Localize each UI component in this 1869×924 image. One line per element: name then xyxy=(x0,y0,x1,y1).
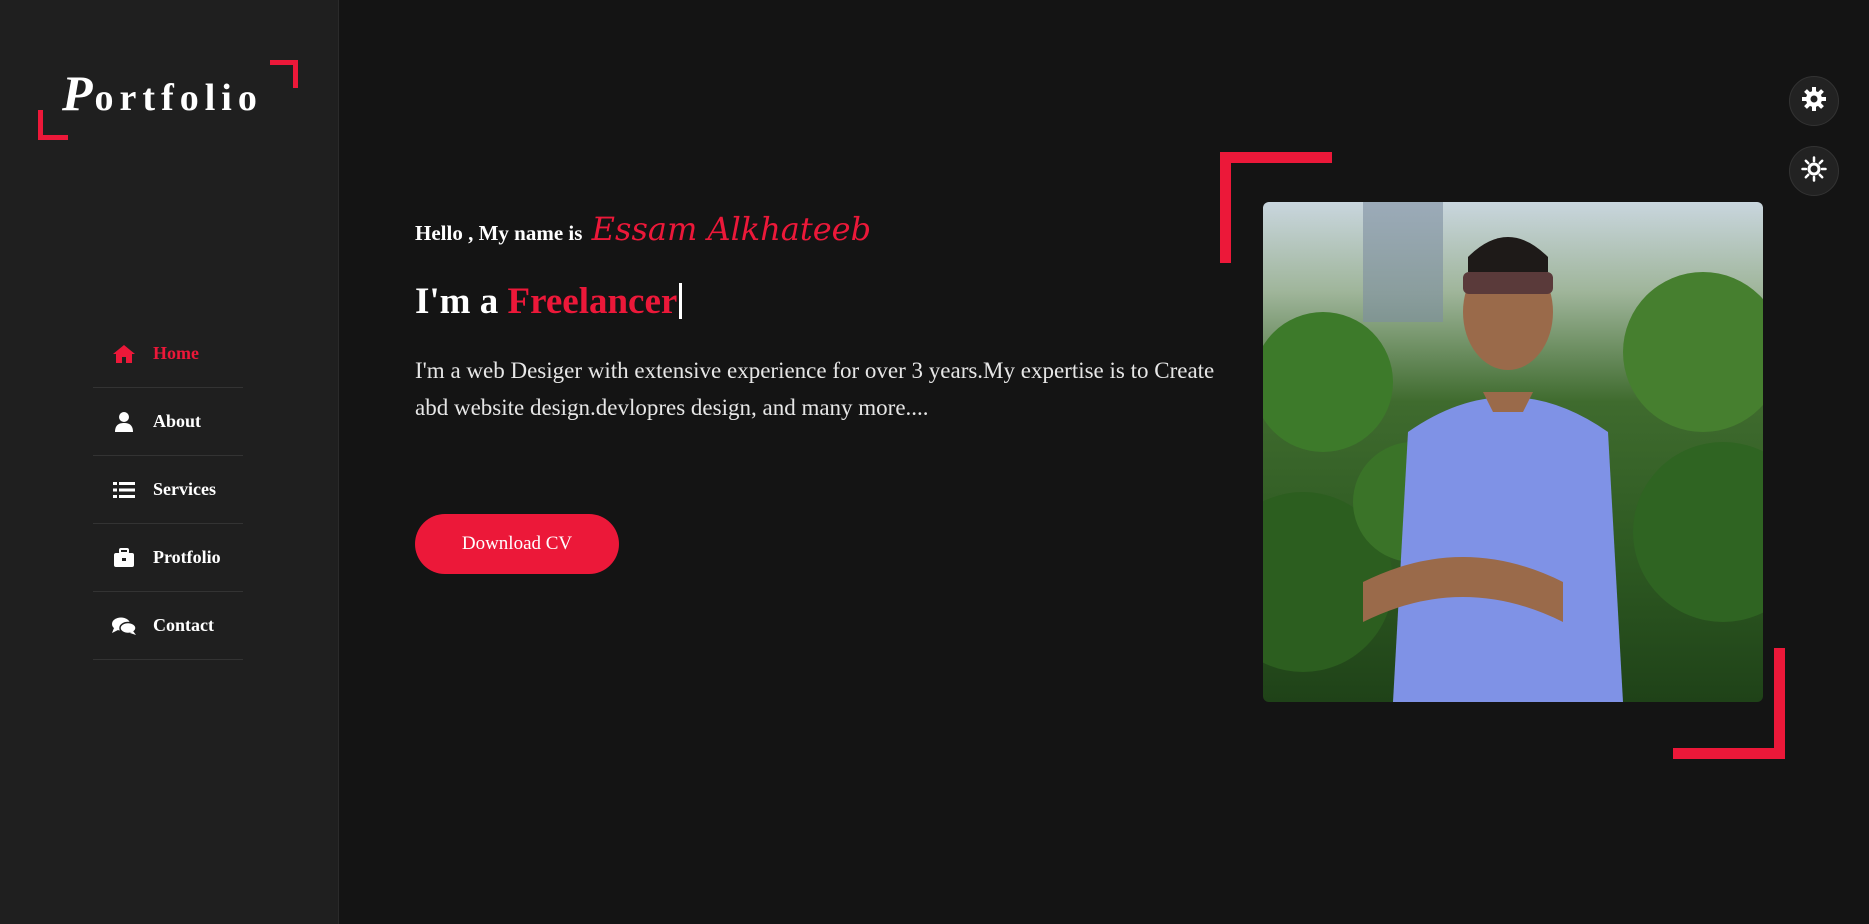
list-icon xyxy=(111,479,137,501)
logo-rest: ortfolio xyxy=(94,77,263,119)
profile-photo xyxy=(1263,202,1763,702)
nav-item-services[interactable]: Services xyxy=(93,456,243,524)
greeting-line: Hello , My name is Essam Alkhateeb xyxy=(415,210,871,248)
logo[interactable]: Portfolio xyxy=(38,60,298,140)
photo-frame-bottom-right xyxy=(1673,648,1785,759)
comments-icon xyxy=(111,615,137,637)
nav-item-contact[interactable]: Contact xyxy=(93,592,243,660)
logo-corner-top-right xyxy=(270,60,298,88)
gear-icon xyxy=(1801,86,1827,117)
download-cv-button[interactable]: Download CV xyxy=(415,514,619,574)
typing-cursor xyxy=(679,283,683,319)
nav-item-home[interactable]: Home xyxy=(93,320,243,388)
nav-item-label: Services xyxy=(153,479,216,499)
home-icon xyxy=(111,343,137,365)
nav-item-label: About xyxy=(153,411,202,431)
hero-description: I'm a web Desiger with extensive experie… xyxy=(415,358,1215,420)
nav-item-portfolio[interactable]: Protfolio xyxy=(93,524,243,592)
user-icon xyxy=(111,411,137,433)
greeting-text: Hello , My name is xyxy=(415,221,583,245)
headline-prefix: I'm a xyxy=(415,281,499,322)
headline-role: Freelancer xyxy=(507,281,678,322)
nav-item-label: Contact xyxy=(153,615,214,635)
briefcase-icon xyxy=(111,547,137,569)
logo-first-letter: P xyxy=(62,65,95,121)
main-nav: Home About Services Protfolio Contact xyxy=(93,320,243,660)
headline: I'm a Freelancer xyxy=(415,280,683,323)
nav-item-label: Protfolio xyxy=(153,547,221,567)
hero-name: Essam Alkhateeb xyxy=(591,210,872,248)
sun-icon xyxy=(1801,155,1827,187)
settings-button[interactable] xyxy=(1789,76,1839,126)
theme-toggle-button[interactable] xyxy=(1789,146,1839,196)
nav-item-about[interactable]: About xyxy=(93,388,243,456)
logo-text: Portfolio xyxy=(62,64,263,122)
nav-item-label: Home xyxy=(153,343,199,363)
sidebar: Portfolio Home About Services Protfolio xyxy=(0,0,339,924)
